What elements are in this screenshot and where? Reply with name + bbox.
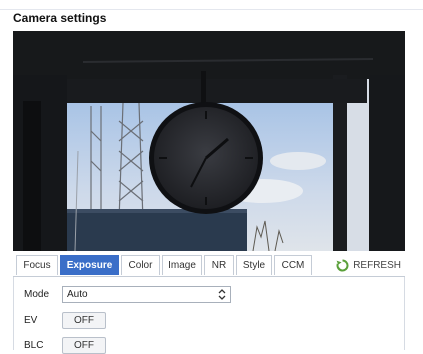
mode-select[interactable]: Auto: [62, 286, 231, 303]
tab-exposure[interactable]: Exposure: [60, 255, 119, 275]
tab-color[interactable]: Color: [121, 255, 160, 275]
panel-title: Camera settings: [13, 11, 107, 25]
blc-label: BLC: [24, 340, 44, 351]
ev-label: EV: [24, 315, 38, 326]
tab-focus[interactable]: Focus: [16, 255, 58, 275]
refresh-label: REFRESH: [353, 259, 401, 271]
refresh-icon: [336, 259, 349, 272]
top-divider: [0, 9, 423, 10]
settings-tab-bar: Focus Exposure Color Image NR Style CCM …: [13, 251, 405, 277]
mode-select-value: Auto: [67, 289, 88, 300]
refresh-button[interactable]: REFRESH: [336, 256, 401, 274]
mode-label: Mode: [24, 289, 50, 300]
tab-style[interactable]: Style: [236, 255, 272, 275]
camera-preview: [13, 31, 405, 251]
camera-frame-image: [13, 31, 405, 251]
select-arrows-icon: [218, 289, 226, 300]
blc-toggle[interactable]: OFF: [62, 337, 106, 354]
tab-image[interactable]: Image: [162, 255, 202, 275]
exposure-panel: Mode Auto EV OFF BLC OFF: [13, 277, 405, 354]
tab-ccm[interactable]: CCM: [274, 255, 312, 275]
ev-toggle[interactable]: OFF: [62, 312, 106, 329]
tab-nr[interactable]: NR: [204, 255, 234, 275]
